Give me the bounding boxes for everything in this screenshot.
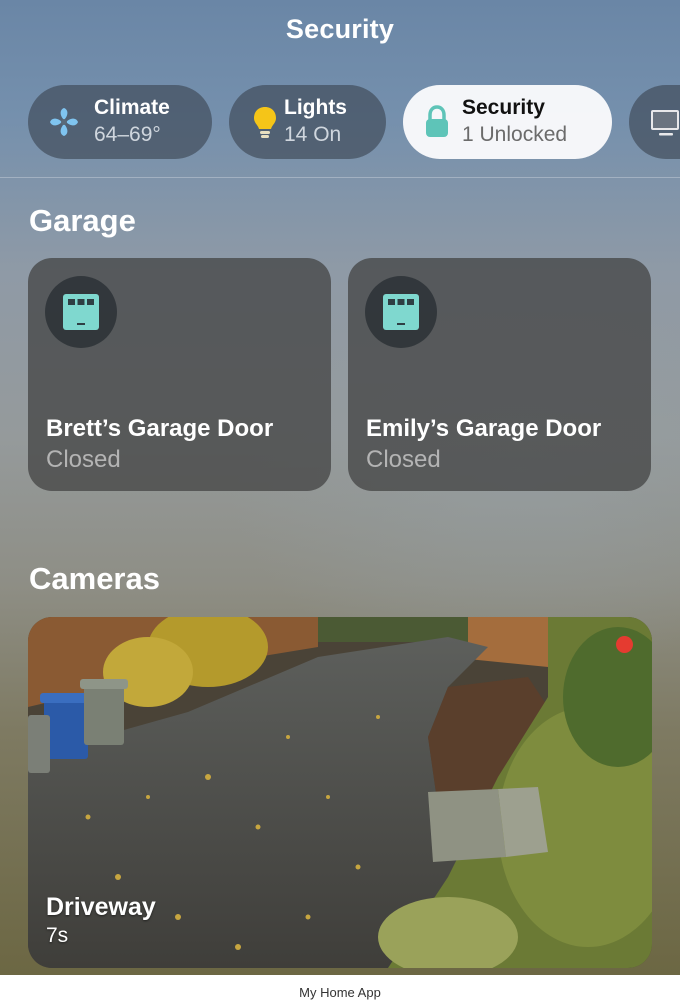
home-screen: Security Climate 64–69° Lights 14 On Sec… <box>0 0 680 975</box>
category-status: 14 On <box>284 123 342 146</box>
lock-icon <box>426 105 448 137</box>
camera-tile[interactable]: Driveway 7s <box>28 617 652 968</box>
garage-door-status: Closed <box>366 446 441 473</box>
camera-timestamp: 7s <box>46 924 69 947</box>
image-caption: My Home App <box>299 985 381 1000</box>
category-security[interactable]: Security 1 Unlocked <box>403 85 612 159</box>
page-title: Security <box>285 14 395 44</box>
section-cameras-heading: Cameras <box>29 561 160 596</box>
section-garage-heading: Garage <box>29 203 136 238</box>
category-label: Lights <box>284 96 347 119</box>
category-label: Security <box>462 96 545 119</box>
category-status: 64–69° <box>94 123 161 146</box>
category-tv[interactable] <box>629 85 680 159</box>
garage-door-icon <box>383 294 419 330</box>
fan-icon <box>50 108 78 136</box>
garage-door-icon-badge <box>365 276 437 348</box>
garage-door-icon-badge <box>45 276 117 348</box>
garage-door-status: Closed <box>46 446 121 473</box>
category-bar: Climate 64–69° Lights 14 On Security 1 U… <box>0 85 680 161</box>
garage-door-name: Brett’s Garage Door <box>46 415 274 442</box>
recording-indicator <box>616 636 633 653</box>
lightbulb-icon <box>254 107 276 138</box>
tv-icon <box>651 110 679 136</box>
garage-door-tile[interactable]: Emily’s Garage Door Closed <box>348 258 651 491</box>
garage-door-name: Emily’s Garage Door <box>366 415 602 442</box>
garage-door-tile[interactable]: Brett’s Garage Door Closed <box>28 258 331 491</box>
category-label: Climate <box>94 96 170 119</box>
category-lights[interactable]: Lights 14 On <box>229 85 386 159</box>
header-divider <box>0 177 680 178</box>
category-climate[interactable]: Climate 64–69° <box>28 85 212 159</box>
category-status: 1 Unlocked <box>462 123 568 146</box>
camera-name: Driveway <box>46 893 156 921</box>
garage-door-icon <box>63 294 99 330</box>
